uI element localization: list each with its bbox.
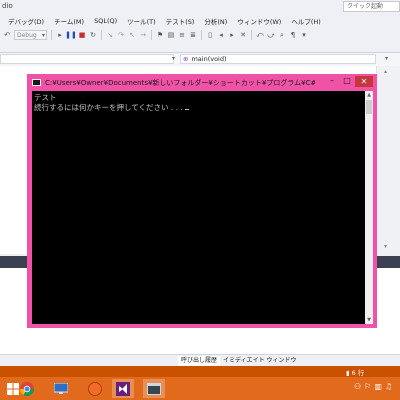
pause-icon[interactable]: ❚❚ [65,31,77,40]
people-icon[interactable]: ⚇ [354,382,361,391]
format-icon[interactable]: ¶ [289,31,297,40]
remote-desktop-icon[interactable] [50,379,72,398]
show-next-icon[interactable]: → [139,31,147,40]
prev-bookmark-icon[interactable]: ◂ [217,31,225,40]
scroll-down-icon[interactable]: ▼ [365,316,373,324]
tab-immediate-window[interactable]: イミディエイト ウィンドウ [220,356,300,366]
vs-title: dio [2,2,13,10]
step-over-icon[interactable]: ↷ [117,31,125,40]
step-icon[interactable]: ▸ [56,31,64,40]
comment-icon[interactable]: ≡ [178,31,186,40]
status-line: ▮ 6 行 [346,367,364,377]
system-tray: ⚇ ⚐ ▥ ♫ [354,382,392,391]
vs-titlebar: dio クイック起動 [0,0,400,14]
editor-scrollbar[interactable] [376,66,400,254]
line-icon: ▮ [346,369,350,377]
console-window[interactable]: C:¥Users¥Owner¥Documents¥新しいフォルダー¥ショートカッ… [27,74,377,328]
orange-app-icon[interactable] [84,379,106,398]
back-icon[interactable]: ⤺ [256,31,264,40]
menu-debug[interactable]: デバッグ(D) [0,16,49,26]
layout-icon[interactable]: ▤ [167,31,175,40]
scroll-up-icon[interactable]: ▴ [384,68,387,75]
function-label: main(void) [191,55,227,63]
flag-icon[interactable]: ⚐ [364,382,371,391]
status-bar: ▮ 6 行 [0,366,400,377]
console-title: C:¥Users¥Owner¥Documents¥新しいフォルダー¥ショートカッ… [45,79,315,87]
visual-studio-icon[interactable] [112,379,134,398]
stop-icon[interactable]: ■ [78,31,86,40]
status-line-label: 6 行 [351,369,365,377]
toolbar-separator [51,30,52,40]
menu-window[interactable]: ウィンドウ(W) [232,16,286,26]
step-into-icon[interactable]: ↘ [106,31,114,40]
toolbar-separator [251,30,252,40]
vs-menubar: デバッグ(D) チーム(M) SQL(Q) ツール(T) テスト(S) 分析(N… [0,14,400,28]
step-out-icon[interactable]: ↖ [128,31,136,40]
restart-icon[interactable]: ↻ [89,31,97,40]
console-titlebar[interactable]: C:¥Users¥Owner¥Documents¥新しいフォルダー¥ショートカッ… [27,74,377,91]
quick-launch-input[interactable]: クイック起動 [343,1,400,12]
undo-icon[interactable]: ↶ [3,31,11,40]
console-window-icon[interactable] [143,379,165,398]
network-icon[interactable]: ▥ [374,382,382,391]
chevron-down-icon[interactable]: ▾ [385,55,388,62]
maximize-button[interactable]: □ [340,76,354,87]
toolbar-separator [151,30,152,40]
chrome-icon[interactable] [16,379,38,398]
tab-call-stack[interactable]: 呼び出し履歴 [178,356,221,366]
chevron-down-icon[interactable]: ▾ [172,55,175,62]
menu-team[interactable]: チーム(M) [49,16,89,26]
text-cursor [184,109,189,110]
config-combo[interactable]: Debug [14,30,47,40]
clear-bookmarks-icon[interactable]: ✕ [239,31,247,40]
menu-analyze[interactable]: 分析(N) [199,16,232,26]
scroll-down-icon[interactable]: ▾ [384,243,387,250]
forward-icon[interactable]: ⤻ [267,31,275,40]
function-icon: ⊕ [183,55,189,63]
scroll-up-icon[interactable]: ▲ [365,91,373,99]
menu-sql[interactable]: SQL(Q) [89,17,122,25]
console-output[interactable]: テスト 続行するには何かキーを押してください . . . [32,91,365,324]
close-button[interactable]: ✕ [355,76,373,87]
find-icon[interactable]: ⌕ [278,31,286,40]
menu-help[interactable]: ヘルプ(H) [286,16,325,26]
console-scrollbar[interactable]: ▲ ▼ [365,91,373,324]
scrollbar-thumb[interactable] [366,100,372,114]
menu-tools[interactable]: ツール(T) [122,16,161,26]
console-line-with-cursor: 続行するには何かキーを押してください . . . [34,102,189,113]
overflow-icon[interactable]: ▾ [300,31,308,40]
thread-icon[interactable]: ⚑ [156,31,164,40]
project-scope-combo[interactable] [0,54,174,64]
console-app-icon [32,79,41,86]
editor-nav-bar: ▾ ⊕ main(void) ▾ [0,52,400,67]
volume-icon[interactable]: ♫ [385,382,392,391]
console-line: 続行するには何かキーを押してください . . . [34,103,183,112]
uncomment-icon[interactable]: ≣ [189,31,197,40]
taskbar: ⚇ ⚐ ▥ ♫ [0,377,400,400]
function-combo[interactable]: ⊕ main(void) [180,54,376,64]
minimize-button[interactable]: – [325,76,339,87]
next-bookmark-icon[interactable]: ▸ [228,31,236,40]
bookmark-icon[interactable]: ▯ [206,31,214,40]
toolbar-separator [201,30,202,40]
toolbar-separator [101,30,102,40]
menu-test[interactable]: テスト(S) [161,16,200,26]
vs-toolbar: ↶ Debug ▸ ❚❚ ■ ↻ ↘ ↷ ↖ → ⚑ ▤ ≡ ≣ ▯ ◂ ▸ ✕… [0,28,400,42]
